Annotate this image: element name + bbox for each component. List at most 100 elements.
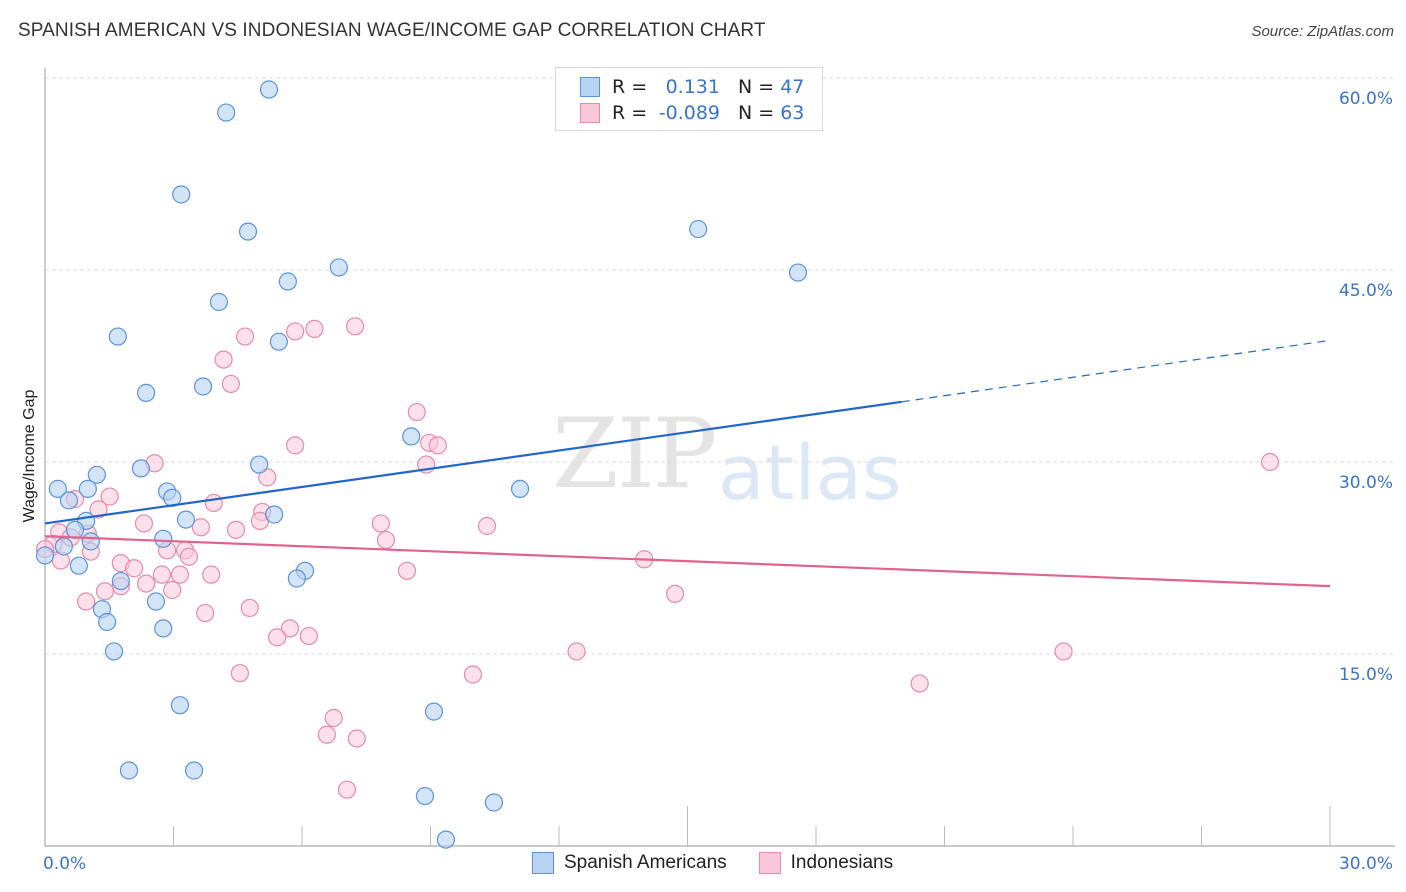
data-point-indonesians[interactable]: [179, 547, 199, 566]
y-tick-label: 60.0%: [1339, 89, 1393, 109]
data-point-spanish-americans[interactable]: [136, 383, 156, 402]
data-point-spanish-americans[interactable]: [154, 619, 173, 638]
data-point-spanish-americans[interactable]: [209, 292, 229, 312]
data-point-indonesians[interactable]: [202, 565, 221, 584]
data-point-indonesians[interactable]: [152, 565, 172, 584]
data-point-spanish-americans[interactable]: [287, 569, 306, 588]
data-point-indonesians[interactable]: [226, 520, 246, 539]
data-point-indonesians[interactable]: [235, 327, 255, 346]
data-point-spanish-americans[interactable]: [689, 219, 708, 239]
r-label: R =: [612, 102, 648, 124]
trend-line-indonesians: [44, 535, 1331, 588]
legend-swatch-blue: [532, 852, 554, 874]
data-point-indonesians[interactable]: [1054, 642, 1073, 661]
legend-row-indonesians: R = -0.089 N = 63: [580, 100, 804, 126]
data-point-spanish-americans[interactable]: [436, 830, 456, 849]
data-point-spanish-americans[interactable]: [172, 185, 191, 204]
data-point-indonesians[interactable]: [477, 516, 497, 536]
data-point-indonesians[interactable]: [567, 642, 586, 661]
data-point-indonesians[interactable]: [136, 574, 156, 593]
data-point-spanish-americans[interactable]: [54, 537, 73, 556]
data-point-indonesians[interactable]: [397, 561, 417, 580]
data-point-spanish-americans[interactable]: [154, 529, 173, 548]
data-point-spanish-americans[interactable]: [510, 479, 530, 498]
data-point-indonesians[interactable]: [124, 559, 144, 578]
data-point-spanish-americans[interactable]: [111, 571, 130, 591]
data-point-spanish-americans[interactable]: [78, 479, 97, 498]
y-tick-label: 15.0%: [1339, 665, 1393, 685]
data-point-spanish-americans[interactable]: [108, 327, 127, 346]
data-point-indonesians[interactable]: [371, 514, 390, 533]
data-point-indonesians[interactable]: [317, 725, 336, 744]
data-point-indonesians[interactable]: [77, 592, 96, 611]
legend-item-indonesians[interactable]: Indonesians: [758, 852, 894, 874]
data-point-spanish-americans[interactable]: [184, 761, 204, 780]
data-point-spanish-americans[interactable]: [59, 491, 79, 510]
data-point-spanish-americans[interactable]: [35, 546, 55, 565]
data-point-spanish-americans[interactable]: [65, 520, 85, 539]
data-point-indonesians[interactable]: [214, 350, 233, 369]
r-value: -0.089: [658, 102, 720, 124]
gridlines: [45, 77, 1395, 655]
data-point-spanish-americans[interactable]: [265, 505, 284, 524]
data-point-indonesians[interactable]: [221, 374, 240, 394]
data-point-spanish-americans[interactable]: [278, 272, 297, 291]
data-point-indonesians[interactable]: [347, 729, 366, 748]
axes: [44, 68, 1395, 847]
data-point-indonesians[interactable]: [346, 317, 365, 336]
data-point-indonesians[interactable]: [95, 582, 115, 601]
data-point-spanish-americans[interactable]: [98, 612, 117, 632]
data-point-spanish-americans[interactable]: [176, 510, 196, 529]
data-point-spanish-americans[interactable]: [238, 222, 258, 241]
data-point-indonesians[interactable]: [191, 518, 211, 537]
data-point-indonesians[interactable]: [204, 493, 223, 513]
data-point-indonesians[interactable]: [299, 626, 318, 646]
data-point-spanish-americans[interactable]: [104, 642, 124, 661]
data-point-spanish-americans[interactable]: [81, 532, 100, 551]
data-point-indonesians[interactable]: [268, 628, 287, 647]
data-point-spanish-americans[interactable]: [193, 377, 213, 396]
data-point-spanish-americans[interactable]: [217, 103, 236, 122]
data-point-indonesians[interactable]: [376, 530, 396, 550]
data-point-spanish-americans[interactable]: [69, 556, 88, 575]
data-point-spanish-americans[interactable]: [259, 80, 279, 99]
data-point-indonesians[interactable]: [407, 402, 426, 422]
data-point-indonesians[interactable]: [240, 598, 259, 618]
n-label: N =: [738, 76, 775, 98]
data-point-indonesians[interactable]: [286, 322, 305, 341]
data-point-spanish-americans[interactable]: [415, 786, 435, 806]
data-point-indonesians[interactable]: [463, 665, 483, 684]
data-point-spanish-americans[interactable]: [170, 696, 190, 715]
data-point-indonesians[interactable]: [286, 436, 305, 455]
data-point-indonesians[interactable]: [324, 708, 343, 728]
data-point-indonesians[interactable]: [337, 780, 357, 799]
data-point-spanish-americans[interactable]: [329, 258, 348, 277]
data-point-spanish-americans[interactable]: [131, 459, 151, 478]
data-point-indonesians[interactable]: [1260, 452, 1280, 472]
n-value: 63: [780, 102, 805, 124]
data-point-spanish-americans[interactable]: [250, 455, 269, 474]
data-point-indonesians[interactable]: [428, 436, 447, 455]
y-tick-label: 45.0%: [1339, 281, 1393, 301]
trend-line-extension-spanish-americans: [901, 339, 1331, 403]
legend-label: Indonesians: [790, 852, 894, 873]
legend-item-spanish-americans[interactable]: Spanish Americans: [532, 852, 727, 874]
data-point-indonesians[interactable]: [134, 514, 154, 533]
y-tick-labels: 15.0% 30.0% 45.0% 60.0%: [1339, 89, 1393, 685]
data-point-spanish-americans[interactable]: [484, 793, 503, 812]
data-point-spanish-americans[interactable]: [269, 332, 288, 351]
data-point-indonesians[interactable]: [230, 664, 249, 683]
data-point-indonesians[interactable]: [665, 584, 685, 603]
data-point-indonesians[interactable]: [170, 565, 190, 584]
legend-label: Spanish Americans: [564, 852, 727, 873]
data-point-spanish-americans[interactable]: [402, 427, 421, 446]
data-point-spanish-americans[interactable]: [788, 263, 808, 282]
data-point-spanish-americans[interactable]: [424, 702, 444, 721]
data-point-indonesians[interactable]: [196, 603, 215, 623]
data-point-indonesians[interactable]: [305, 319, 324, 338]
data-point-indonesians[interactable]: [163, 580, 182, 600]
data-point-spanish-americans[interactable]: [146, 592, 166, 611]
data-point-indonesians[interactable]: [910, 674, 929, 693]
data-point-spanish-americans[interactable]: [119, 761, 139, 780]
scatter-chart: 15.0% 30.0% 45.0% 60.0% 0.0% 30.0% Wage/Inco…: [21, 68, 1395, 874]
